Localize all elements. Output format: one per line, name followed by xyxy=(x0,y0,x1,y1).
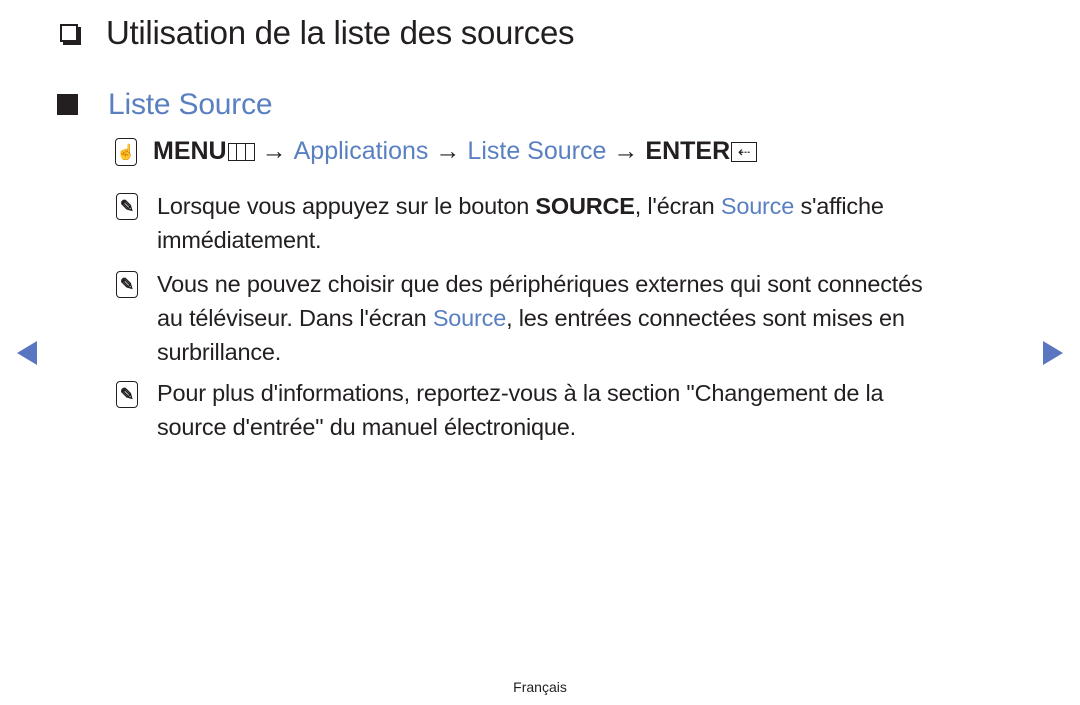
note-text: Vous ne pouvez choisir que des périphéri… xyxy=(157,271,923,297)
note-text: Pour plus d'informations, reportez-vous … xyxy=(157,380,884,406)
note-text: , les entrées connectées sont mises en xyxy=(506,305,905,331)
filled-square-bullet-icon xyxy=(57,94,78,115)
note-icon: ✎ xyxy=(116,271,138,298)
menu-label: MENU xyxy=(153,137,227,165)
note-text: , l'écran xyxy=(634,193,721,219)
path-step-liste-source[interactable]: Liste Source xyxy=(467,137,606,166)
path-arrow: → xyxy=(613,137,639,165)
menu-path: ☝ MENU → Applications → Liste Source → E… xyxy=(115,137,758,166)
enter-return-icon: ⇠ xyxy=(731,141,758,162)
path-step-applications[interactable]: Applications xyxy=(294,137,429,166)
note-1: Lorsque vous appuyez sur le bouton SOURC… xyxy=(157,189,1017,257)
remote-hand-icon: ☝ xyxy=(115,137,137,166)
next-page-arrow-icon[interactable] xyxy=(1043,341,1063,365)
source-button-label: SOURCE xyxy=(535,193,635,219)
path-arrow: → xyxy=(261,137,287,165)
note-icon: ✎ xyxy=(116,193,138,220)
note-text: Lorsque vous appuyez sur le bouton xyxy=(157,193,536,219)
hollow-square-bullet-icon xyxy=(60,24,78,42)
footer-language: Français xyxy=(513,679,567,695)
note-text: au téléviseur. Dans l'écran xyxy=(157,305,433,331)
source-screen-link[interactable]: Source xyxy=(721,193,794,219)
page-title: Utilisation de la liste des sources xyxy=(106,14,575,51)
note-text: surbrillance. xyxy=(157,339,282,365)
previous-page-arrow-icon[interactable] xyxy=(17,341,37,365)
note-text: source d'entrée" du manuel électronique. xyxy=(157,414,576,440)
note-2: Vous ne pouvez choisir que des périphéri… xyxy=(157,267,1017,369)
source-screen-link[interactable]: Source xyxy=(433,305,506,331)
menu-grid-icon xyxy=(227,142,255,161)
note-icon: ✎ xyxy=(116,381,138,408)
note-text: s'affiche xyxy=(794,193,884,219)
enter-label: ENTER xyxy=(645,137,731,165)
note-3: Pour plus d'informations, reportez-vous … xyxy=(157,376,1017,444)
section-title: Liste Source xyxy=(108,88,273,121)
note-text: immédiatement. xyxy=(157,227,322,253)
path-arrow: → xyxy=(435,137,461,165)
